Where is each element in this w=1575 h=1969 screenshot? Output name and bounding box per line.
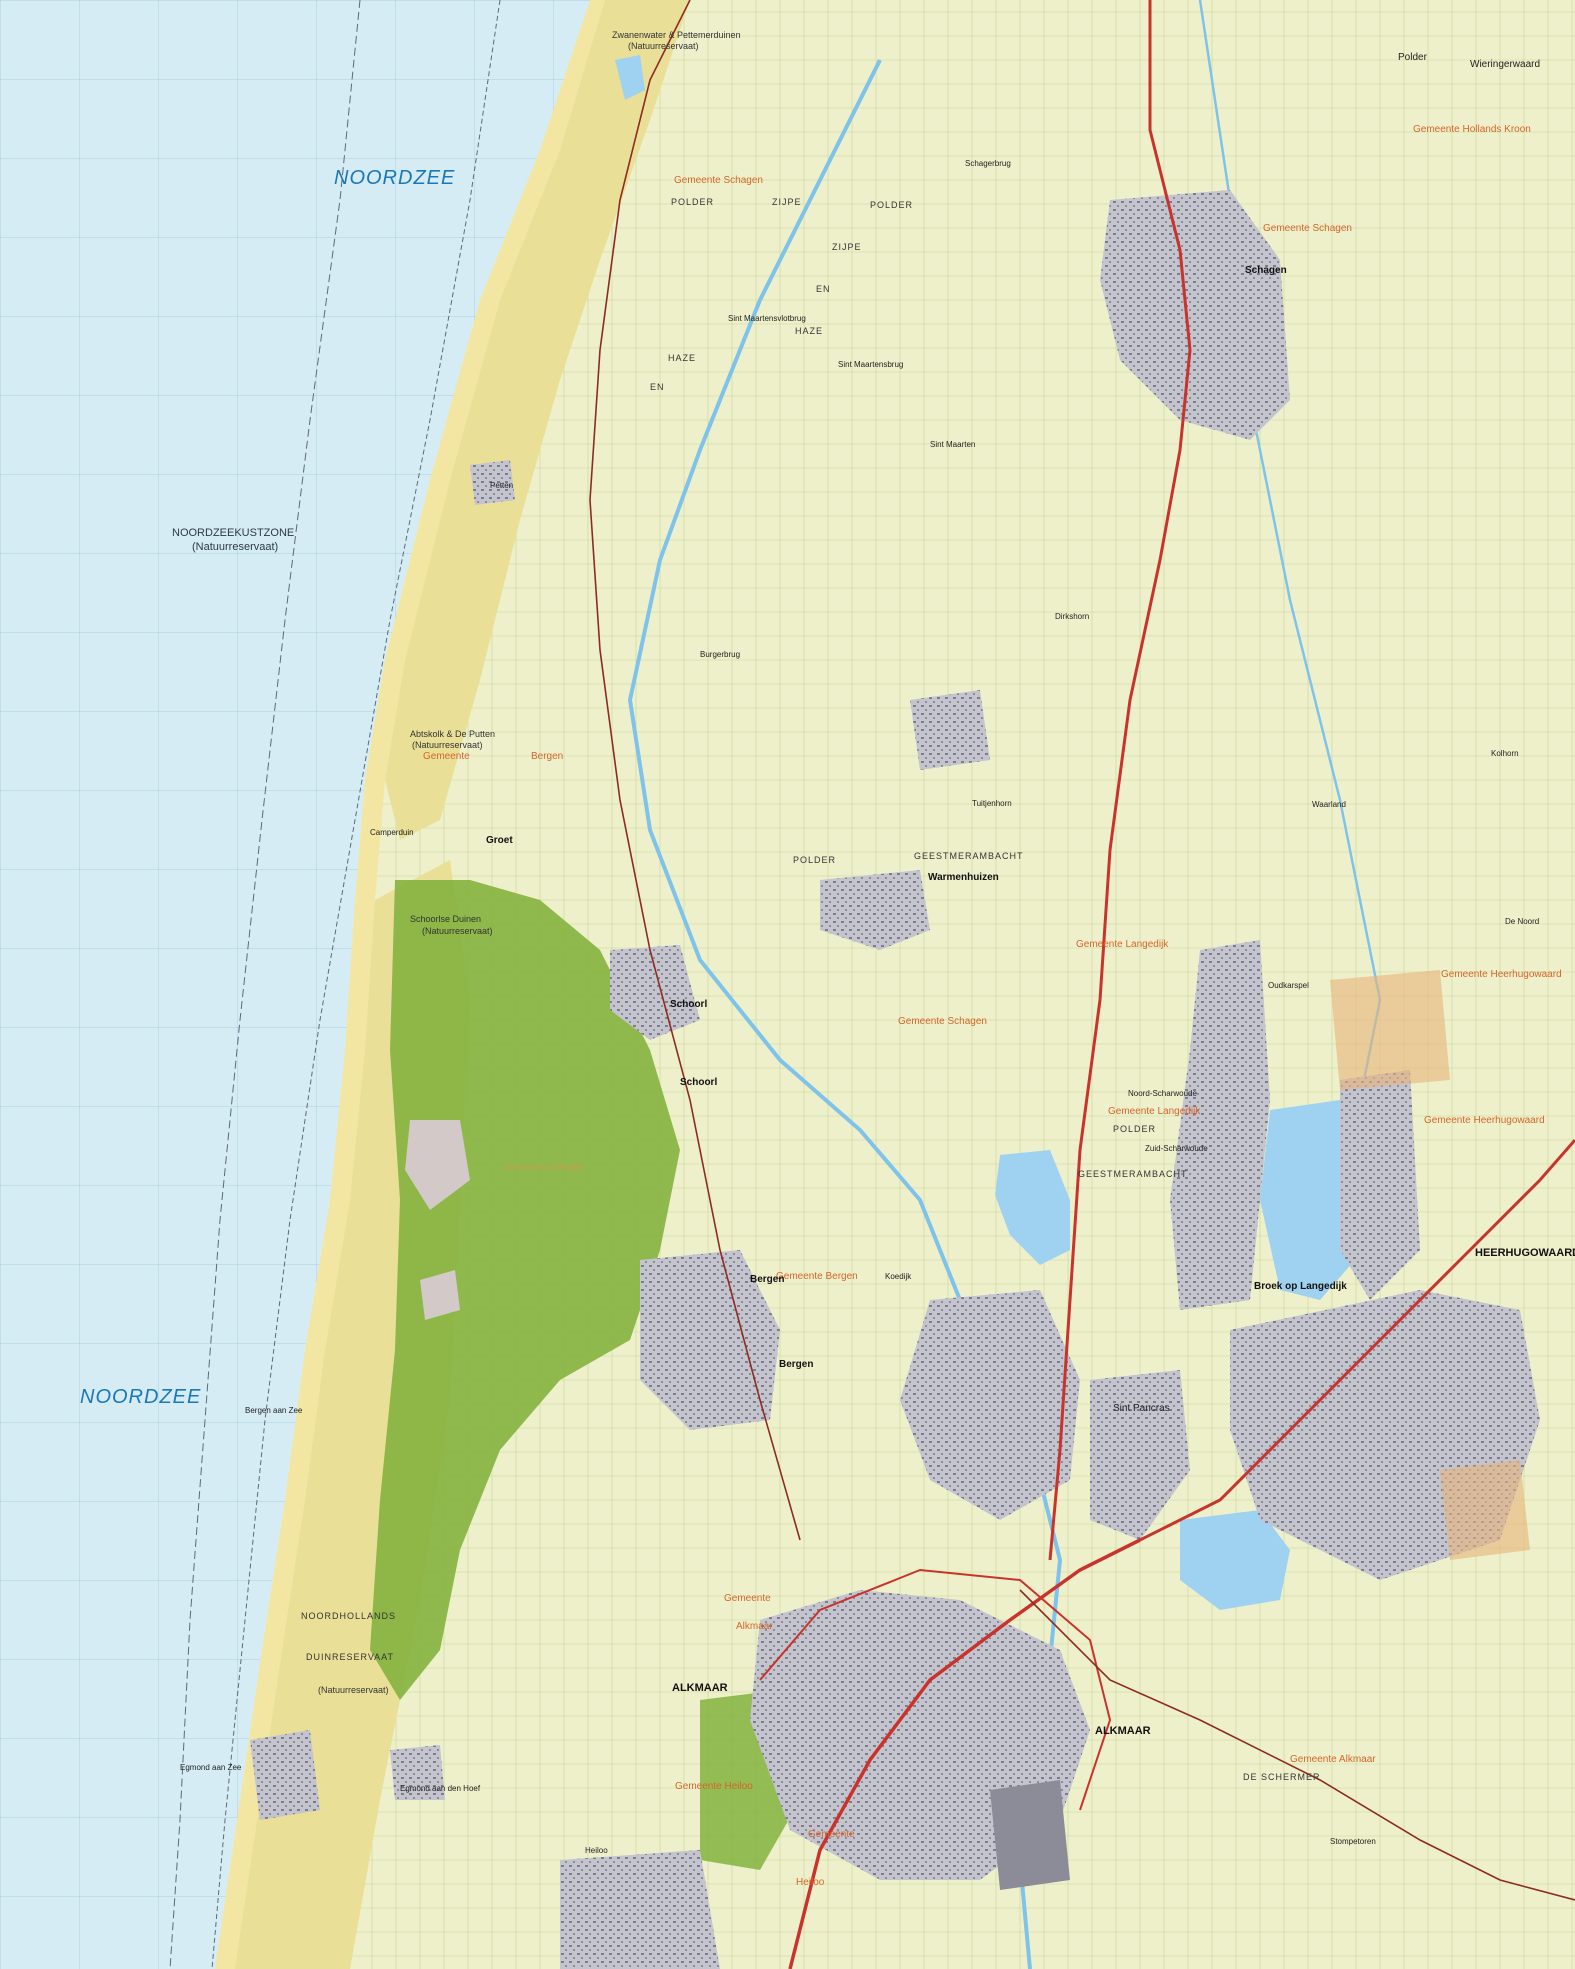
polder-top: Polder — [1398, 52, 1427, 63]
town-stompetoren: Stompetoren — [1330, 1837, 1376, 1846]
map-canvas — [0, 0, 1575, 1969]
polder-wieringerwaard: Wieringerwaard — [1470, 59, 1541, 70]
town-broek-op-langedijk: Broek op Langedijk — [1254, 1281, 1347, 1292]
town-schagerbrug: Schagerbrug — [965, 159, 1011, 168]
polder-zijpe-2: ZIJPE — [772, 197, 802, 207]
polder-geest-2: GEESTMERAMBACHT — [914, 851, 1024, 861]
polder-zijpe-1: POLDER — [671, 197, 715, 207]
muni-heiloo: Gemeente Heiloo — [675, 1781, 753, 1792]
muni-heiloo-2: Heiloo — [796, 1877, 825, 1888]
town-heiloo: Heiloo — [585, 1846, 608, 1855]
polder-zijpe-4: HAZE — [668, 353, 697, 363]
polder-geest-1: POLDER — [793, 855, 837, 865]
town-waarland: Waarland — [1312, 800, 1346, 809]
town-schoorl: Schoorl — [670, 999, 708, 1010]
town-warmenhuizen: Warmenhuizen — [928, 872, 999, 883]
sea-zone-label: NOORDZEEKUSTZONE — [172, 527, 295, 539]
topographic-map[interactable]: NOORDZEE NOORDZEE NOORDZEEKUSTZONE (Natu… — [0, 0, 1575, 1969]
town-schagen: Schagen — [1245, 265, 1287, 276]
urban-industrial-alkmaar — [990, 1780, 1070, 1890]
town-egmond-aan-den-hoef: Egmond aan den Hoef — [400, 1784, 481, 1793]
town-bergen-south: Bergen — [779, 1359, 814, 1370]
reserve-zwanenwater: Zwanenwater & Pettemerduinen — [612, 30, 741, 40]
town-alkmaar: ALKMAAR — [672, 1682, 728, 1694]
town-heerhugowaard: HEERHUGOWAARD — [1475, 1247, 1575, 1259]
reserve-nhd-2: DUINRESERVAAT — [306, 1652, 395, 1662]
town-tuitjenhorn: Tuitjenhorn — [972, 799, 1012, 808]
town-alkmaar-east: ALKMAAR — [1095, 1725, 1151, 1737]
reserve-putten-note: (Natuurreservaat) — [412, 740, 483, 750]
reserve-schoorlse-note: (Natuurreservaat) — [422, 926, 493, 936]
polder-geest-4: GEESTMERAMBACHT — [1078, 1169, 1188, 1179]
reserve-putten: Abtskolk & De Putten — [410, 729, 496, 739]
reserve-zwanenwater-note: (Natuurreservaat) — [628, 41, 699, 51]
town-zuid-scharwoude: Zuid-Scharwoude — [1145, 1144, 1208, 1153]
town-bergen-aan-zee: Bergen aan Zee — [245, 1406, 303, 1415]
farmland-orange-hhw — [1330, 970, 1450, 1090]
sea-label-south: NOORDZEE — [80, 1386, 202, 1408]
muni-schagen-nw: Gemeente Schagen — [674, 175, 763, 186]
town-sint-pancras: Sint Pancras — [1113, 1403, 1170, 1414]
urban-tuitjenhorn — [910, 690, 990, 770]
town-petten: Petten — [490, 481, 514, 490]
muni-heerhugowaard-s: Gemeente Heerhugowaard — [1424, 1115, 1545, 1126]
muni-alkmaar-w: Alkmaar — [736, 1621, 773, 1632]
muni-schagen-mid: Gemeente Schagen — [898, 1016, 987, 1027]
muni-gemeente-s: Gemeente — [808, 1829, 855, 1840]
farmland-orange-hhw2 — [1440, 1460, 1530, 1560]
polder-zijpe-6: ZIJPE — [832, 242, 862, 252]
town-noord-scharwoude: Noord-Scharwoude — [1128, 1089, 1197, 1098]
town-groet: Groet — [486, 835, 513, 846]
reserve-nhd-note: (Natuurreservaat) — [318, 1685, 389, 1695]
polder-geest-3: POLDER — [1113, 1124, 1157, 1134]
polder-zijpe-7: EN — [816, 284, 831, 294]
reserve-schoorlse-duinen: Schoorlse Duinen — [410, 914, 482, 924]
town-kolhorn: Kolhorn — [1491, 749, 1519, 758]
town-sint-maartensvlotbrug: Sint Maartensvlotbrug — [728, 314, 806, 323]
muni-alkmaar-se: Gemeente Alkmaar — [1290, 1754, 1376, 1765]
muni-hollands-kroon: Gemeente Hollands Kroon — [1413, 124, 1531, 135]
muni-bergen-sw: Gemeente — [724, 1593, 771, 1604]
town-schoorl-south: Schoorl — [680, 1077, 718, 1088]
town-koedijk: Koedijk — [885, 1272, 912, 1281]
muni-bergen-nw: Gemeente — [423, 751, 470, 762]
town-burgerbrug: Burgerbrug — [700, 650, 741, 659]
muni-bergen-nw2: Bergen — [531, 751, 564, 762]
polder-schermer: DE SCHERMER — [1243, 1772, 1321, 1782]
polder-zijpe-8: HAZE — [795, 326, 824, 336]
town-egmond-aan-zee: Egmond aan Zee — [180, 1763, 242, 1772]
town-de-noord: De Noord — [1505, 917, 1540, 926]
muni-bergen-town: Gemeente Bergen — [776, 1271, 858, 1282]
muni-schagen-ne: Gemeente Schagen — [1263, 223, 1352, 234]
urban-egmond — [250, 1730, 320, 1820]
reserve-nhd-1: NOORDHOLLANDS — [301, 1611, 397, 1621]
town-sint-maarten: Sint Maarten — [930, 440, 976, 449]
muni-langedijk-n: Gemeente Langedijk — [1076, 939, 1169, 950]
town-dirkshorn: Dirkshorn — [1055, 612, 1090, 621]
town-oudkarspel: Oudkarspel — [1268, 981, 1309, 990]
town-bergen: Bergen — [750, 1274, 785, 1285]
muni-heerhugowaard-n: Gemeente Heerhugowaard — [1441, 969, 1562, 980]
muni-langedijk-s: Gemeente Langedijk — [1108, 1106, 1201, 1117]
sea-zone-note: (Natuurreservaat) — [192, 541, 279, 553]
polder-zijpe-5: POLDER — [870, 200, 914, 210]
sea-label-north: NOORDZEE — [334, 167, 456, 189]
town-camperduin: Camperduin — [370, 828, 414, 837]
muni-bergen-dunes: Gemeente Bergen — [503, 1162, 585, 1173]
town-sint-maartensbrug: Sint Maartensbrug — [838, 360, 904, 369]
polder-zijpe-3: EN — [650, 382, 665, 392]
urban-heiloo — [560, 1850, 720, 1969]
